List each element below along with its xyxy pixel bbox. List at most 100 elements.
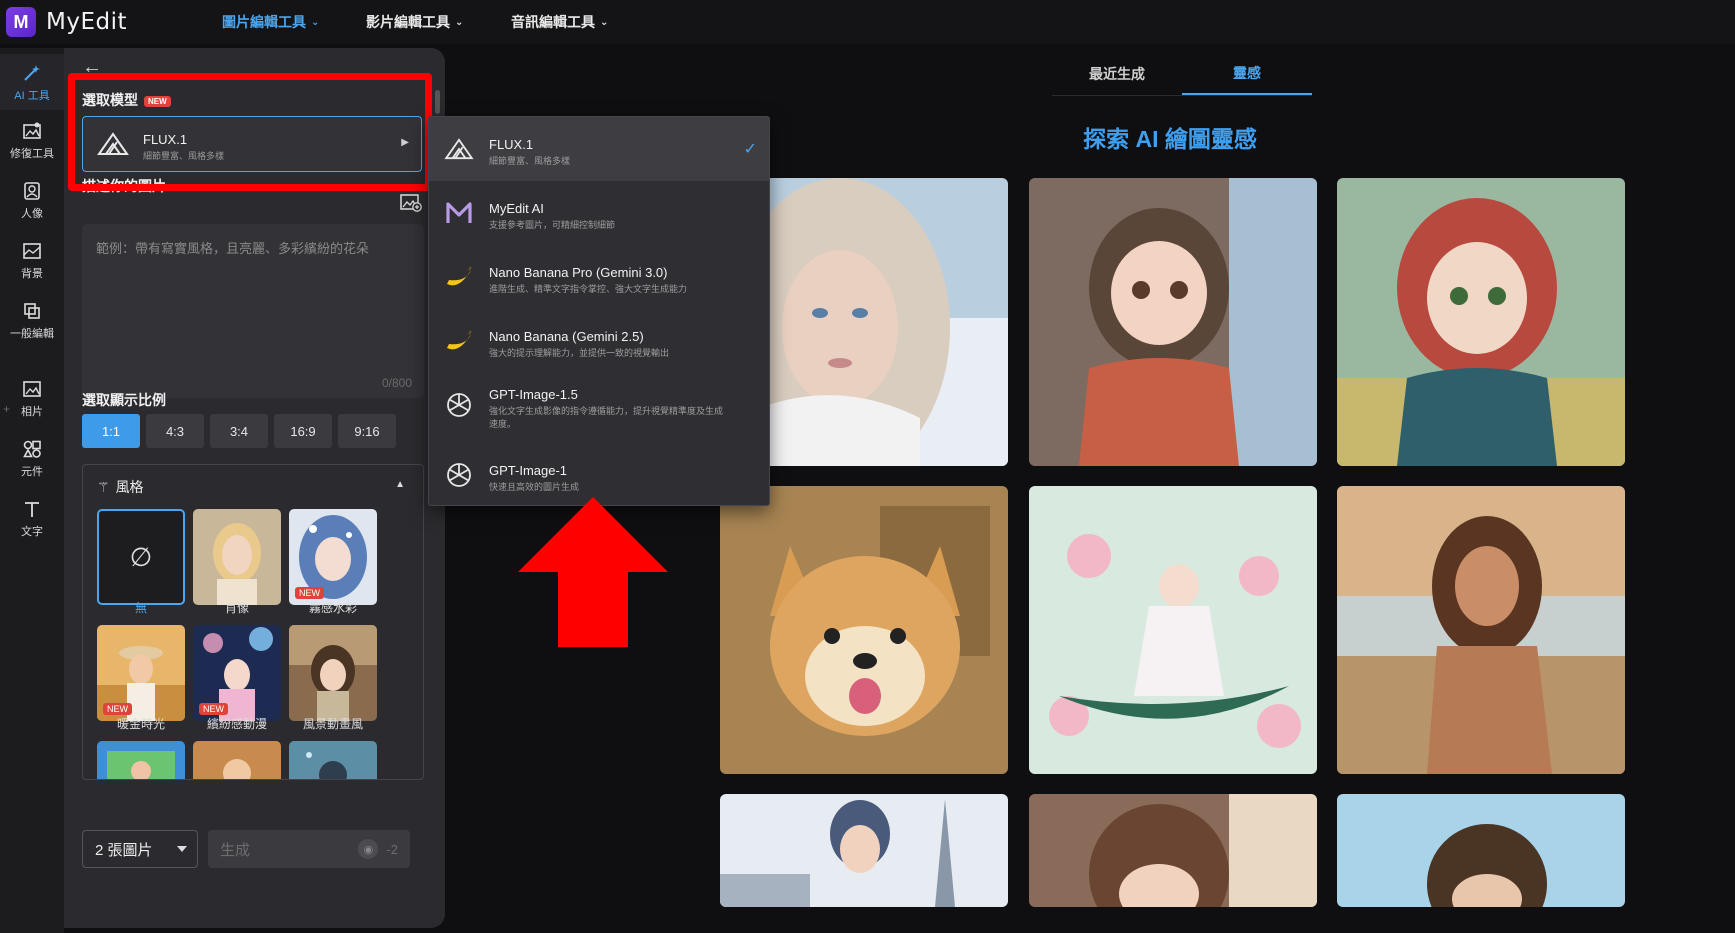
style-label: 繽紛感動漫 — [206, 717, 267, 731]
nav-image-tools[interactable]: 圖片編輯工具 ⌄ — [222, 0, 319, 44]
rail-item-ai-tools[interactable]: AI 工具 — [0, 54, 64, 110]
style-label: 肖像 — [224, 601, 249, 615]
banana-icon — [443, 263, 475, 291]
style-header[interactable]: ⚚ 風格 — [97, 477, 144, 497]
style-watercolor-thumb[interactable]: NEW — [289, 509, 377, 605]
app-logo[interactable]: M MyEdit — [6, 7, 127, 37]
rail-item-portrait[interactable]: 人像 — [0, 172, 64, 228]
rail-item-background[interactable]: 背景 — [0, 232, 64, 288]
photo-icon — [21, 378, 43, 400]
selected-model-desc: 細節豐富、風格多樣 — [143, 151, 225, 161]
gallery-image-lotus-boat[interactable] — [1029, 486, 1317, 774]
nav-video-tools[interactable]: 影片編輯工具 ⌄ — [366, 0, 463, 44]
credit-cost: ◉ -2 — [358, 839, 398, 859]
new-badge: NEW — [295, 587, 324, 599]
model-option-gpt-image-1-5[interactable]: GPT-Image-1.5 強化文字生成影像的指令遵循能力，提升視覺精準度及生成… — [429, 373, 769, 443]
gallery-image-anime-sweater-girl[interactable] — [1029, 178, 1317, 466]
prompt-input[interactable] — [82, 224, 424, 398]
ratio-3-4-button[interactable]: 3:4 — [210, 414, 268, 448]
ratio-section-title: 選取顯示比例 — [82, 392, 166, 408]
none-symbol-icon: ∅ — [129, 541, 153, 572]
model-select[interactable]: FLUX.1 細節豐富、風格多樣 ▶ — [82, 116, 422, 172]
style-thumb[interactable] — [193, 741, 281, 779]
style-scenic-anime-thumb[interactable] — [289, 625, 377, 721]
gallery-image-beach-woman[interactable] — [1337, 486, 1625, 774]
model-option-nano-banana[interactable]: Nano Banana (Gemini 2.5) 強大的提示理解能力，並提供一致… — [429, 309, 769, 373]
style-none-thumb[interactable]: ∅ — [97, 509, 185, 605]
gallery-image-window-girl[interactable] — [1029, 794, 1317, 907]
gallery-image-sky-woman[interactable] — [1337, 794, 1625, 907]
new-badge: NEW — [103, 703, 132, 715]
shapes-icon — [21, 438, 43, 460]
check-icon: ✓ — [743, 141, 757, 158]
new-badge: NEW — [199, 703, 228, 715]
myedit-icon — [443, 199, 475, 227]
magic-wand-icon — [21, 62, 43, 84]
red-up-arrow-annotation — [518, 497, 668, 647]
background-icon — [21, 240, 43, 262]
banana-icon — [443, 327, 475, 355]
rail-item-text[interactable]: 文字 — [0, 490, 64, 546]
rail-item-elements[interactable]: 元件 — [0, 430, 64, 486]
crop-edit-icon — [21, 300, 43, 322]
new-badge: NEW — [144, 95, 171, 107]
myedit-logo-icon: M — [6, 7, 36, 37]
ratio-1-1-button[interactable]: 1:1 — [82, 414, 140, 448]
ratio-16-9-button[interactable]: 16:9 — [274, 414, 332, 448]
model-option-flux[interactable]: FLUX.1 細節豐富、風格多樣 ✓ — [429, 117, 769, 181]
chevron-down-icon: ⌄ — [600, 16, 609, 28]
prompt-char-counter: 0/800 — [381, 376, 412, 390]
style-section: ⚚ 風格 ▲ ∅ 無 肖像 NEW 霧感水彩 NEW 暖金時光 NEW 繽紛感動… — [82, 464, 424, 780]
collapse-up-icon[interactable]: ▲ — [395, 479, 405, 490]
selected-model-name: FLUX.1 — [143, 132, 188, 147]
style-portrait-thumb[interactable] — [193, 509, 281, 605]
model-option-myedit-ai[interactable]: MyEdit AI 支援參考圖片，可精細控制細節 — [429, 181, 769, 245]
gallery-heading: 探索 AI 繪圖靈感 — [1083, 126, 1257, 152]
chevron-down-icon: ⌄ — [455, 16, 464, 28]
tab-inspiration[interactable]: 靈感 — [1182, 52, 1312, 96]
ratio-4-3-button[interactable]: 4:3 — [146, 414, 204, 448]
model-option-nano-banana-pro[interactable]: Nano Banana Pro (Gemini 3.0) 進階生成、精準文字指令… — [429, 245, 769, 309]
model-section-title: 選取模型 NEW — [82, 90, 171, 110]
credit-coin-icon: ◉ — [358, 839, 379, 859]
ai-image-panel: ← 選取模型NEW FLUX.1 細節豐富、風格多樣 ▶ 描述你的圖片 0/80… — [64, 48, 445, 928]
ratio-9-16-button[interactable]: 9:16 — [338, 414, 396, 448]
back-arrow-icon[interactable]: ← — [82, 56, 102, 79]
tool-rail: AI 工具 修復工具 人像 背景 一般編輯 + 相片 元件 文字 — [0, 48, 64, 933]
model-dropdown: FLUX.1 細節豐富、風格多樣 ✓ MyEdit AI 支援參考圖片，可精細控… — [428, 116, 770, 506]
gallery-image-anime-headscarf-girl[interactable] — [1337, 178, 1625, 466]
top-bar: M MyEdit 圖片編輯工具 ⌄ 影片編輯工具 ⌄ 音訊編輯工具 ⌄ — [0, 0, 1735, 44]
style-label: 霧感水彩 — [308, 601, 357, 615]
describe-section-title: 描述你的圖片 — [82, 178, 166, 194]
image-upload-icon[interactable] — [400, 194, 422, 212]
text-icon — [21, 498, 43, 520]
gallery-image-corgi[interactable] — [720, 486, 1008, 774]
app-name: MyEdit — [46, 9, 127, 35]
rail-item-repair[interactable]: 修復工具 — [0, 112, 64, 168]
style-golden-hour-thumb[interactable]: NEW — [97, 625, 185, 721]
rail-item-photo[interactable]: 相片 — [0, 370, 64, 426]
generate-button[interactable]: 生成 ◉ -2 — [208, 830, 410, 868]
portrait-icon — [21, 180, 43, 202]
gallery-image-boy-eiffel[interactable] — [720, 794, 1008, 907]
style-thumb[interactable] — [97, 741, 185, 779]
flux-icon — [443, 135, 475, 163]
image-repair-icon — [21, 120, 43, 142]
image-count-select[interactable]: 2 張圖片 — [82, 830, 198, 868]
style-label: 暖金時光 — [116, 717, 165, 731]
style-colorful-anime-thumb[interactable]: NEW — [193, 625, 281, 721]
style-label: 風景動畫風 — [302, 717, 363, 731]
prompt-box: 0/800 — [82, 224, 424, 398]
panel-scrollbar[interactable] — [435, 90, 440, 114]
style-label: 無 — [134, 601, 147, 615]
openai-icon — [443, 391, 475, 419]
nav-audio-tools[interactable]: 音訊編輯工具 ⌄ — [511, 0, 608, 44]
caret-right-icon: ▶ — [401, 137, 409, 148]
ratio-options: 1:1 4:3 3:4 16:9 9:16 — [82, 414, 396, 448]
rail-item-general-edit[interactable]: 一般編輯 — [0, 292, 64, 348]
chevron-down-icon: ⌄ — [311, 16, 320, 28]
sparkle-wand-icon: ⚚ — [97, 478, 110, 495]
caret-down-icon — [177, 846, 187, 852]
tab-recent[interactable]: 最近生成 — [1052, 52, 1182, 96]
style-thumb[interactable] — [289, 741, 377, 779]
